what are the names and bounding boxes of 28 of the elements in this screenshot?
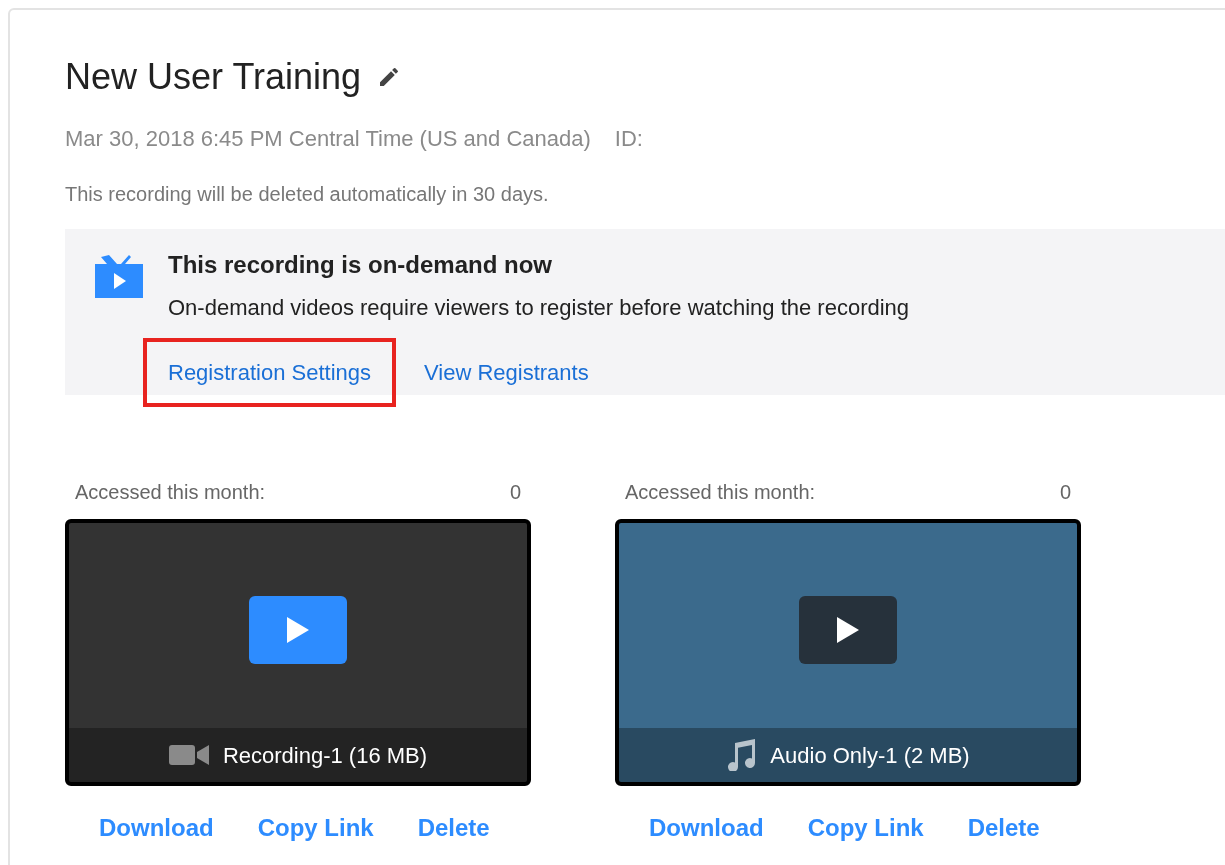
recording-thumbnail[interactable]: Audio Only-1 (2 MB) xyxy=(615,519,1081,786)
banner-link[interactable]: Registration Settings xyxy=(143,338,396,407)
access-count: 0 xyxy=(509,480,521,505)
meeting-title: New User Training xyxy=(65,55,362,99)
banner-title: This recording is on-demand now xyxy=(168,250,554,280)
action-link[interactable]: Download xyxy=(649,810,764,846)
deletion-notice: This recording will be deleted automatically in 30 days. xyxy=(65,182,550,207)
action-link[interactable]: Download xyxy=(99,810,214,846)
action-link[interactable]: Copy Link xyxy=(807,810,924,846)
action-link[interactable]: Copy Link xyxy=(257,810,374,846)
banner-text: On-demand videos require viewers to register before watching the recording xyxy=(168,294,910,322)
tv-play-icon xyxy=(95,253,143,299)
meeting-id-label: ID: xyxy=(614,125,643,153)
music-note-icon xyxy=(726,739,757,771)
play-icon xyxy=(287,616,309,643)
action-link[interactable]: Delete xyxy=(417,810,490,846)
recording-thumbnail[interactable]: Recording-1 (16 MB) xyxy=(65,519,531,786)
access-count: 0 xyxy=(1059,480,1071,505)
accessed-label: Accessed this month: xyxy=(75,480,266,505)
video-camera-icon xyxy=(168,744,209,766)
meeting-date: Mar 30, 2018 6:45 PM Central Time (US and Canada) xyxy=(65,125,591,153)
file-name: Audio Only-1 (2 MB) xyxy=(770,741,970,770)
play-button[interactable] xyxy=(799,595,897,664)
accessed-label: Accessed this month: xyxy=(625,480,816,505)
banner-link[interactable]: View Registrants xyxy=(416,338,597,407)
file-name: Recording-1 (16 MB) xyxy=(222,741,428,770)
play-icon xyxy=(837,616,859,643)
action-link[interactable]: Delete xyxy=(967,810,1040,846)
